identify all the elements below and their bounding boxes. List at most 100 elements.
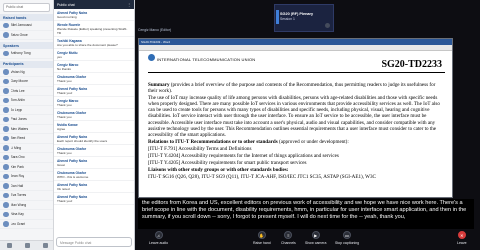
avatar (3, 50, 9, 56)
participant-name: Vivian Ng (10, 69, 25, 74)
chat-message: Cengiz Mutlu yes (54, 49, 134, 61)
tile-title: SG20 (RF) Plenary (280, 12, 314, 16)
leave-audio-label: Leave audio (149, 240, 169, 245)
message-text: Thank you! (57, 198, 73, 203)
participant-item[interactable]: Anthony Tong (0, 49, 53, 59)
video-tile[interactable]: SG20 (RF) Plenary Session 1 (274, 4, 334, 32)
summary-text: (provides a brief overview of the purpos… (148, 82, 436, 95)
chat-message: Cengiz Marco Thank you (54, 97, 134, 109)
participant-name: Alex Waters (10, 126, 29, 131)
summary-paragraph: Summary (provides a brief overview of th… (148, 82, 444, 94)
settings-icon[interactable] (6, 243, 12, 248)
liaison-heading: Liaisons with other study groups or with… (148, 167, 289, 174)
document-number: SG20-TD2233 (381, 59, 442, 70)
participant-name: Tom Ahlin (10, 98, 25, 103)
body-paragraph: The use of IoT may increase quality of l… (148, 95, 440, 138)
itu-emblem-icon (148, 54, 155, 61)
section-header: Raised hands (0, 14, 53, 21)
participant-name: Jean Roy (10, 174, 25, 179)
live-captions: the editors from Korea and US, excellent… (138, 199, 474, 229)
participant-item[interactable]: Leo Grant (0, 220, 53, 229)
document-window-title: SG20-TD2233 - Word (141, 40, 171, 44)
chat-panel: Public chat ⋮ Ahmed Fathy Naira Good morn… (54, 0, 135, 250)
chat-input[interactable]: Message Public chat (56, 237, 132, 247)
participants-footer (0, 240, 53, 250)
tile-subtitle: Session 1 (280, 17, 295, 21)
participant-item[interactable]: Sara Ono (0, 153, 53, 163)
leave-button[interactable]: ✕ Leave (457, 231, 467, 245)
section-header: Speakers (0, 42, 53, 49)
participant-name: Anthony Tong (10, 51, 31, 56)
participant-item[interactable]: Alex Waters (0, 125, 53, 134)
participants-search[interactable]: Public chat (3, 3, 50, 12)
participant-item[interactable]: Kim Park (0, 163, 53, 172)
participant-item[interactable]: Jo Lepp (0, 106, 53, 115)
message-text: Thank you (57, 114, 72, 119)
participant-item[interactable]: Nina Kay (0, 210, 53, 220)
avatar (3, 135, 9, 141)
raise-hand-button[interactable]: ✋ Raise hand (253, 231, 271, 245)
avatar (3, 78, 9, 84)
channels-button[interactable]: ≡ Channels (281, 231, 296, 245)
participant-name: Sara Ono (10, 155, 25, 160)
participants-panel: Public chat Raised hands Bilel Jamoussi … (0, 0, 54, 250)
shared-screen: SG20-TD2233 - Word INTERNATIONAL TELECOM… (138, 38, 453, 198)
participant-name: Leo Grant (10, 221, 26, 226)
participant-name: Jo Lepp (10, 107, 23, 112)
stop-captioning-label: Stop captioning (335, 240, 360, 245)
message-text: Thank you (57, 78, 72, 83)
channels-icon: ≡ (284, 231, 293, 239)
participant-item[interactable]: Chris Lee (0, 87, 53, 96)
participant-item[interactable]: Tom Ahlin (0, 96, 53, 106)
avatar (3, 88, 9, 94)
document-org: INTERNATIONAL TELECOMMUNICATION UNION (157, 57, 256, 62)
participant-item[interactable]: Eva Torres (0, 191, 53, 201)
show-camera-button[interactable]: ▶ Show camera (305, 231, 326, 245)
avatar (3, 97, 9, 103)
show-camera-label: Show camera (305, 240, 327, 245)
avatar (3, 192, 9, 198)
participant-item[interactable]: Paul Jones (0, 115, 53, 125)
people-icon[interactable] (24, 243, 30, 248)
chat-message: Toshiki Kagawa Are you able to share the … (54, 37, 134, 49)
meeting-app: Public chat Raised hands Bilel Jamoussi … (0, 0, 480, 250)
message-text: Wende Ruwele (Editor) speaking presentin… (57, 26, 128, 35)
chat-header: Public chat ⋮ (54, 0, 134, 9)
phone-hangup-icon: ✕ (457, 231, 466, 239)
message-text: Are you able to share the document pleas… (57, 42, 118, 47)
avatar (3, 173, 9, 179)
liaison-text: ITU-T SG16 (Q26, Q28), ITU-T SG9 (Q11), … (148, 174, 376, 181)
participant-item[interactable]: Dan Hall (0, 182, 53, 191)
chat-message: Ahmed Fathy Naira Ok noted (54, 181, 134, 193)
chat-icon[interactable] (42, 243, 48, 248)
avatar (3, 183, 9, 189)
participant-item[interactable]: Bilel Jamoussi (0, 21, 53, 31)
avatar (3, 126, 9, 132)
reference-item: [ITU-T Y.4204] Accessibility requirement… (148, 153, 339, 160)
more-icon[interactable]: ⋮ (127, 3, 131, 7)
message-text: Agree (57, 126, 66, 131)
participant-item[interactable]: Li Ming (0, 144, 53, 153)
avatar (3, 32, 9, 38)
participant-item[interactable]: Vivian Ng (0, 68, 53, 77)
chat-message: Ahmed Fathy Naira Thank you! (54, 193, 134, 205)
document-ribbon (139, 45, 452, 51)
reference-item: [ITU-T F.791] Accessibility Terms and De… (148, 145, 252, 152)
participant-item[interactable]: Jean Roy (0, 172, 53, 182)
participant-item[interactable]: Seizo Onoe (0, 31, 53, 40)
participant-item[interactable]: Gary Moore (0, 77, 53, 87)
message-text: Good morning (57, 14, 77, 19)
meeting-toolbar: ♫ Leave audio ✋ Raise hand ≡ Channels ▶ Show… (135, 230, 480, 250)
participant-item[interactable]: Max Wong (0, 201, 53, 210)
message-text: Thank you (57, 102, 72, 107)
message-text: Thank you (57, 150, 72, 155)
participant-item[interactable]: Ben Reed (0, 134, 53, 144)
avatar (3, 69, 9, 75)
hand-icon: ✋ (257, 231, 266, 239)
avatar (3, 164, 9, 170)
stop-captioning-button[interactable]: cc Stop captioning (335, 231, 359, 245)
chat-message: Wende Ruwele Wende Ruwele (Editor) speaki… (54, 21, 134, 37)
chat-message: Cengiz Marco No thanks (54, 61, 134, 73)
leave-audio-button[interactable]: ♫ Leave audio (149, 231, 168, 245)
participant-name: Seizo Onoe (10, 32, 28, 37)
